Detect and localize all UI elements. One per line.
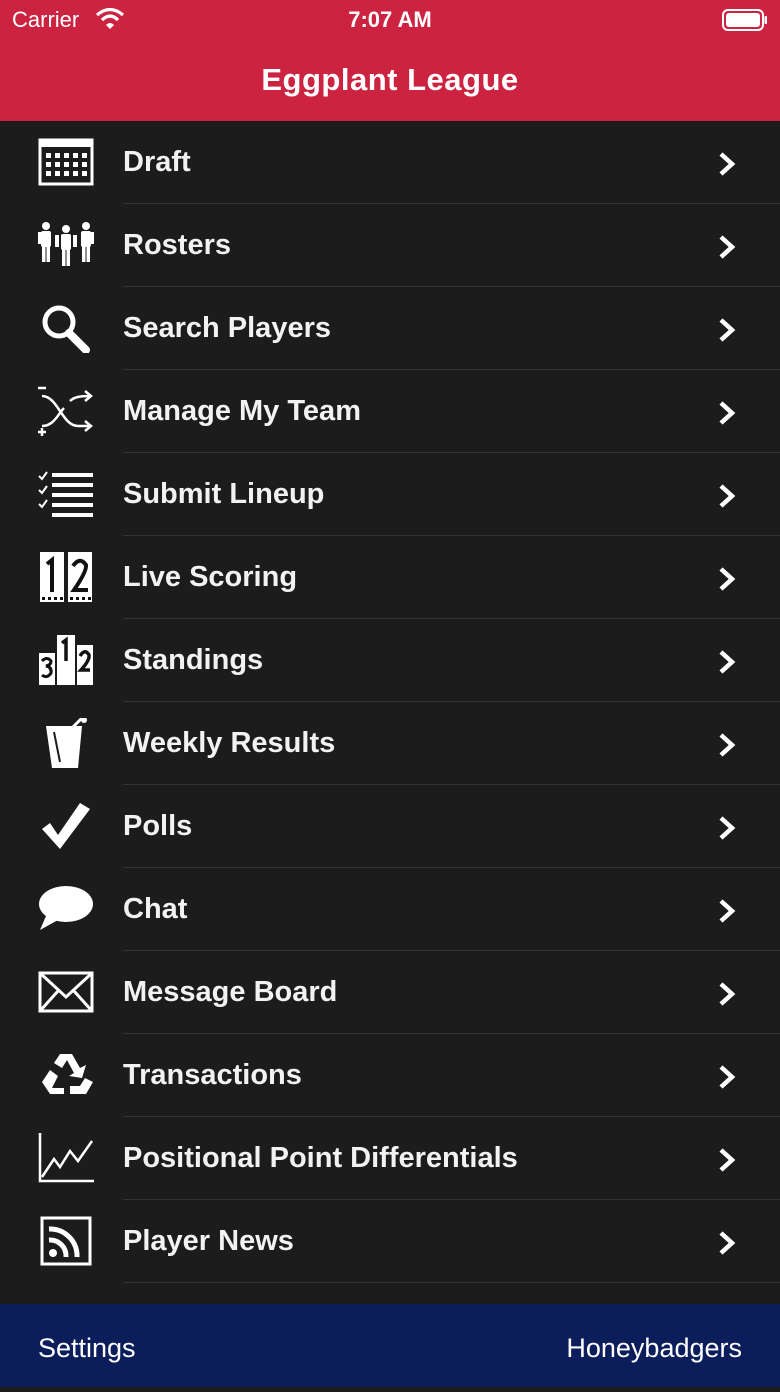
chevron-right-icon <box>716 815 738 841</box>
envelope-icon <box>36 967 96 1017</box>
menu-item-label: Submit Lineup <box>123 478 325 510</box>
menu-item-label: Live Scoring <box>123 561 298 593</box>
chevron-right-icon <box>716 317 738 343</box>
chevron-right-icon <box>716 981 738 1007</box>
menu-item-live-scoring[interactable]: Live Scoring <box>0 536 780 619</box>
menu-item-label: Weekly Results <box>123 727 336 759</box>
menu-item-label: Positional Point Differentials <box>123 1142 518 1174</box>
menu-item-chat[interactable]: Chat <box>0 868 780 951</box>
rss-feed-icon <box>36 1216 96 1266</box>
settings-button[interactable]: Settings <box>38 1304 136 1392</box>
menu-item-submit-lineup[interactable]: Submit Lineup <box>0 453 780 536</box>
menu-item-label: Draft <box>123 146 191 178</box>
menu-item-partial[interactable] <box>0 1283 780 1304</box>
chevron-right-icon <box>716 400 738 426</box>
chevron-right-icon <box>716 234 738 260</box>
league-menu: Draft Rosters Search Players Manage My T… <box>0 121 780 1304</box>
menu-item-label: Search Players <box>123 312 331 344</box>
menu-item-positional-point-differentials[interactable]: Positional Point Differentials <box>0 1117 780 1200</box>
chevron-right-icon <box>716 898 738 924</box>
menu-item-label: Transactions <box>123 1059 302 1091</box>
podium-icon <box>36 635 96 685</box>
team-button[interactable]: Honeybadgers <box>566 1304 742 1392</box>
menu-item-label: Chat <box>123 893 188 925</box>
menu-item-label: Message Board <box>123 976 338 1008</box>
chevron-right-icon <box>716 566 738 592</box>
battery-icon <box>722 9 768 31</box>
checklist-icon <box>36 469 96 519</box>
menu-item-polls[interactable]: Polls <box>0 785 780 868</box>
menu-item-label: Standings <box>123 644 264 676</box>
magnifier-icon <box>36 303 96 354</box>
menu-item-message-board[interactable]: Message Board <box>0 951 780 1034</box>
menu-item-draft[interactable]: Draft <box>0 121 780 204</box>
menu-item-weekly-results[interactable]: Weekly Results <box>0 702 780 785</box>
recycle-icon <box>36 1050 96 1100</box>
line-chart-icon <box>36 1133 96 1183</box>
drink-cup-icon <box>36 714 96 768</box>
speech-bubble-icon <box>36 884 96 934</box>
menu-item-manage-my-team[interactable]: Manage My Team <box>0 370 780 453</box>
checkmark-icon <box>36 801 96 851</box>
menu-item-standings[interactable]: Standings <box>0 619 780 702</box>
nav-bar: Eggplant League <box>0 40 780 121</box>
chevron-right-icon <box>716 732 738 758</box>
chevron-right-icon <box>716 151 738 177</box>
menu-item-label: Rosters <box>123 229 231 261</box>
clock: 7:07 AM <box>348 7 432 32</box>
status-bar: Carrier 7:07 AM <box>0 0 780 40</box>
chevron-right-icon <box>716 1147 738 1173</box>
chevron-right-icon <box>716 649 738 675</box>
page-title: Eggplant League <box>261 62 519 97</box>
menu-item-player-news[interactable]: Player News <box>0 1200 780 1283</box>
menu-item-transactions[interactable]: Transactions <box>0 1034 780 1117</box>
shuffle-icon <box>36 386 96 436</box>
bottom-bar: Settings Honeybadgers <box>0 1304 780 1387</box>
people-group-icon <box>36 220 96 270</box>
menu-item-label: Polls <box>123 810 193 842</box>
chevron-right-icon <box>716 1230 738 1256</box>
menu-item-label: Manage My Team <box>123 395 361 427</box>
chevron-right-icon <box>716 1064 738 1090</box>
chevron-right-icon <box>716 483 738 509</box>
calendar-grid-icon <box>36 137 96 187</box>
menu-item-rosters[interactable]: Rosters <box>0 204 780 287</box>
menu-item-label: Player News <box>123 1225 294 1257</box>
menu-item-search-players[interactable]: Search Players <box>0 287 780 370</box>
scoreboard-icon <box>36 552 96 602</box>
